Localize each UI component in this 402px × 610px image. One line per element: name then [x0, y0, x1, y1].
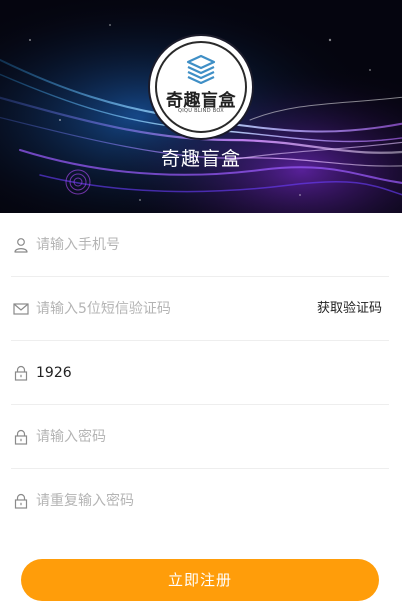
- password-input[interactable]: [36, 425, 306, 449]
- register-button[interactable]: 立即注册: [21, 559, 379, 601]
- register-form: 获取验证码: [11, 213, 389, 532]
- register-page: 奇趣盲盒 QIQU BLIND BOX 奇趣盲盒 获取验证码: [0, 0, 402, 610]
- lock-icon: [14, 493, 28, 509]
- logo-subtitle: QIQU BLIND BOX: [177, 108, 225, 114]
- box-logo-icon: [186, 54, 216, 84]
- header-banner: 奇趣盲盒 QIQU BLIND BOX 奇趣盲盒: [0, 0, 402, 213]
- sms-code-row: 获取验证码: [11, 277, 389, 341]
- phone-row: [11, 213, 389, 277]
- app-logo: 奇趣盲盒 QIQU BLIND BOX: [150, 36, 252, 138]
- invite-code-input[interactable]: [36, 361, 306, 385]
- password-row: [11, 405, 389, 469]
- invite-code-row: [11, 341, 389, 405]
- sms-code-input[interactable]: [36, 297, 306, 321]
- get-sms-code-button[interactable]: 获取验证码: [317, 297, 382, 321]
- confirm-password-input[interactable]: [36, 489, 306, 513]
- mail-icon: [13, 303, 29, 315]
- lock-icon: [14, 365, 28, 381]
- app-title: 奇趣盲盒: [160, 148, 241, 170]
- lock-icon: [14, 429, 28, 445]
- user-icon: [14, 238, 28, 253]
- phone-input[interactable]: [36, 233, 306, 257]
- confirm-password-row: [11, 469, 389, 532]
